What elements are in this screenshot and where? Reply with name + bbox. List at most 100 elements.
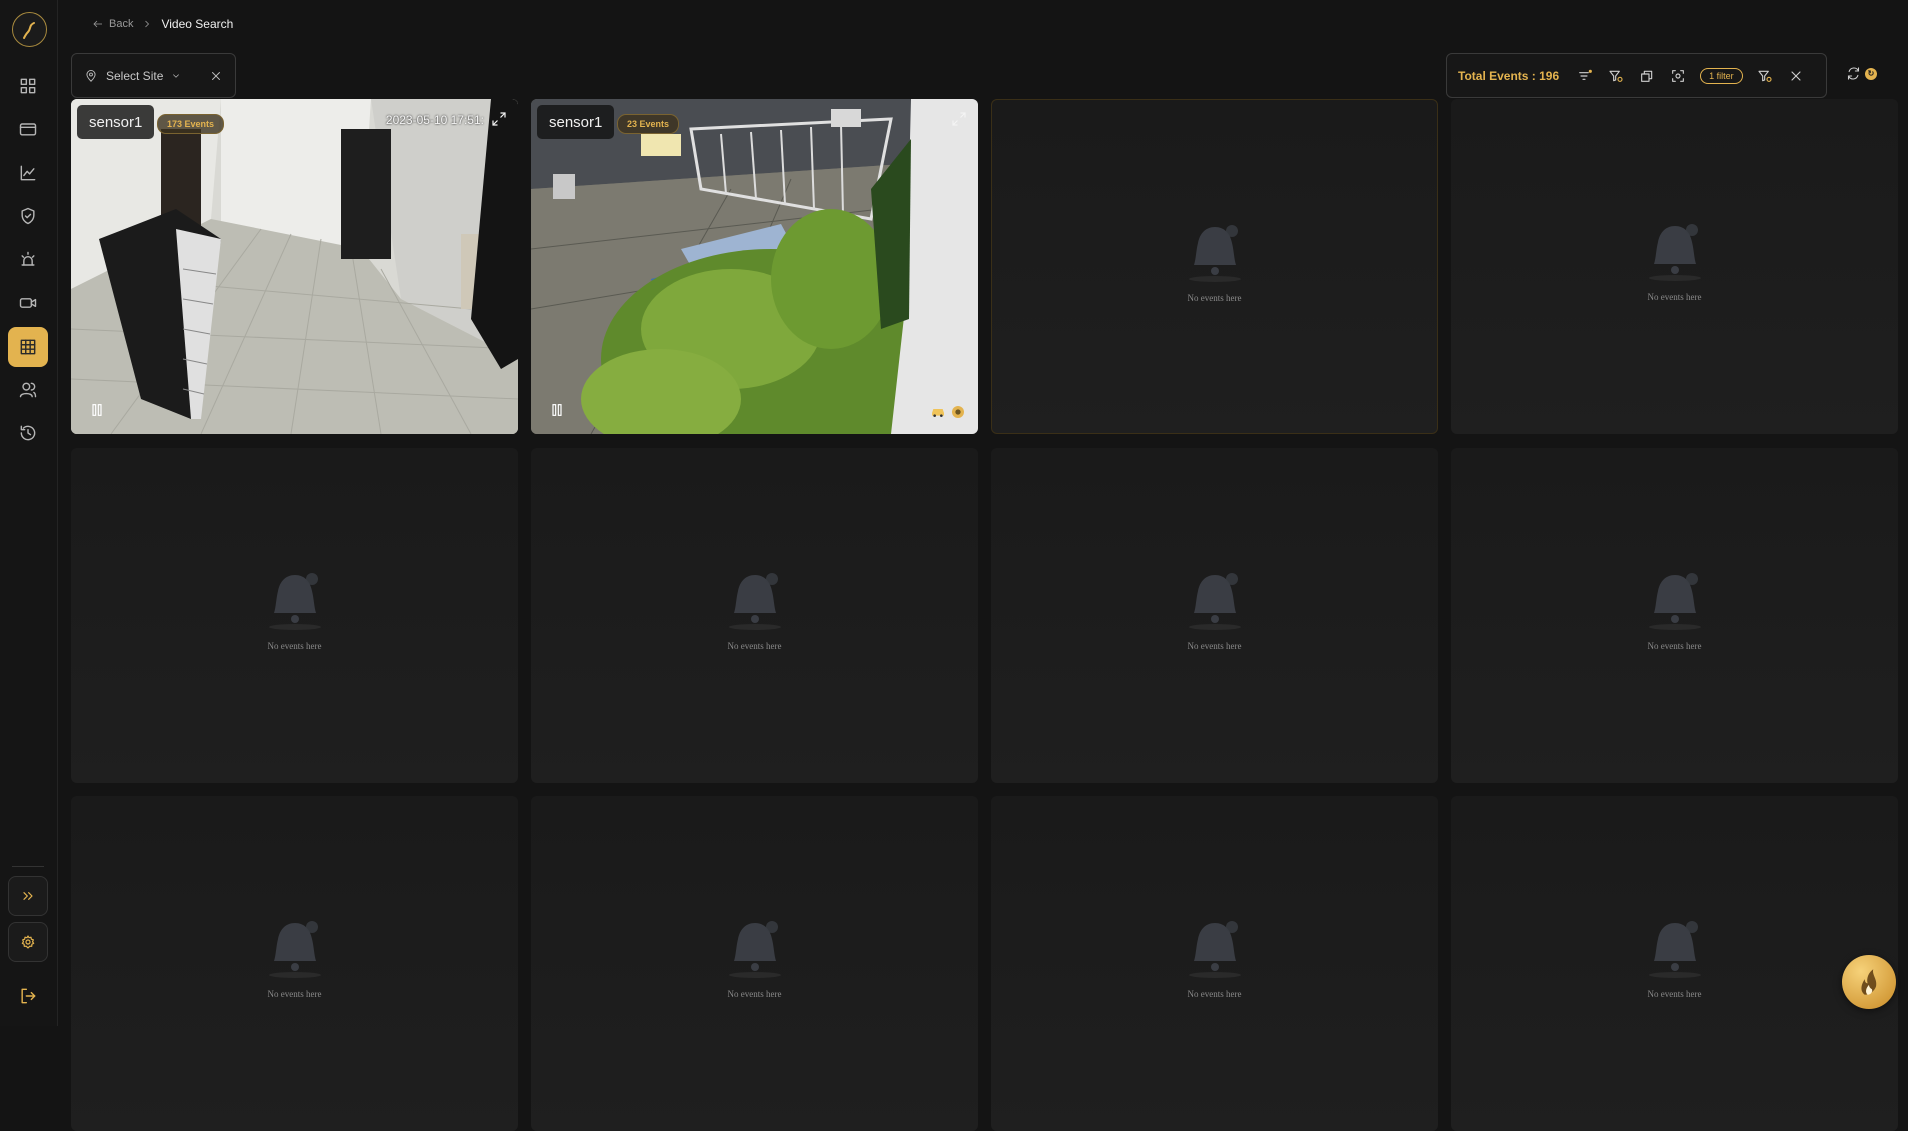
- motion-icon: [952, 406, 964, 418]
- total-events-label: Total Events : 196: [1458, 68, 1560, 83]
- sidebar-item-dashboard[interactable]: [8, 66, 48, 106]
- empty-state-text: No events here: [1647, 641, 1702, 651]
- layout-button[interactable]: [1638, 67, 1656, 85]
- refresh-icon: [1847, 67, 1860, 80]
- camera-name: sensor1: [77, 105, 155, 139]
- flame-icon: [1861, 969, 1877, 995]
- clear-filters-button[interactable]: [1787, 67, 1805, 85]
- empty-tile: No events here: [71, 448, 518, 783]
- empty-tile: No events here: [71, 796, 518, 1131]
- active-filter-button[interactable]: [1756, 67, 1774, 85]
- focus-icon: [1672, 69, 1685, 82]
- refresh-button[interactable]: ↻: [1846, 66, 1877, 81]
- bell-icon: [1648, 921, 1701, 978]
- empty-state-text: No events here: [1647, 292, 1702, 302]
- empty-tile: No events here: [991, 448, 1438, 783]
- dashboard-icon: [20, 78, 36, 94]
- bell-icon: [1188, 573, 1241, 630]
- breadcrumb: Back Video Search: [92, 14, 233, 34]
- chevron-right-icon: [145, 20, 150, 28]
- bell-icon: [268, 573, 321, 630]
- empty-tile: No events here: [1451, 796, 1898, 1131]
- filter-active-icon: [1758, 70, 1772, 82]
- pause-button[interactable]: [89, 402, 105, 418]
- double-chevron-right-icon: [23, 892, 33, 900]
- chart-icon: [20, 165, 36, 181]
- close-icon: [1791, 70, 1801, 81]
- bell-icon: [1188, 921, 1241, 978]
- camera-name: sensor1: [537, 105, 615, 139]
- users-icon: [19, 382, 37, 398]
- sidebar-item-history[interactable]: [8, 413, 48, 453]
- back-label: Back: [109, 18, 134, 30]
- logout-icon: [21, 988, 36, 1004]
- grid-icon: [20, 339, 36, 355]
- filter-settings-button[interactable]: [1607, 67, 1625, 85]
- close-icon[interactable]: [209, 69, 223, 83]
- logout-button[interactable]: [8, 976, 48, 1016]
- expand-icon: [492, 112, 506, 126]
- alarm-icon: [21, 251, 35, 266]
- arrow-left-icon: [93, 20, 102, 28]
- bell-icon: [1188, 225, 1241, 282]
- expand-button[interactable]: [950, 110, 968, 128]
- refresh-status-dot: ↻: [1865, 67, 1877, 80]
- object-focus-button[interactable]: [1669, 67, 1687, 85]
- sidebar: [0, 0, 58, 1026]
- empty-state-text: No events here: [727, 641, 782, 651]
- empty-tile: No events here: [1451, 99, 1898, 434]
- bell-icon: [728, 921, 781, 978]
- layers-icon: [1641, 70, 1653, 82]
- sidebar-item-security[interactable]: [8, 196, 48, 236]
- empty-state-text: No events here: [1647, 989, 1702, 999]
- video-grid: sensor1 173 Events 2023-05-10 17:51: sen…: [71, 99, 1900, 1131]
- empty-tile: No events here: [991, 99, 1438, 434]
- camera-timestamp: 2023-05-10 17:51:: [385, 113, 484, 127]
- sidebar-divider: [12, 866, 44, 867]
- camera-tile[interactable]: sensor1 173 Events 2023-05-10 17:51:: [71, 99, 518, 434]
- app-logo[interactable]: [12, 12, 47, 47]
- empty-state-text: No events here: [267, 989, 322, 999]
- bell-icon: [728, 573, 781, 630]
- empty-state-text: No events here: [1187, 641, 1242, 651]
- pause-icon: [552, 404, 562, 416]
- page-title: Video Search: [161, 17, 234, 31]
- shield-icon: [21, 207, 35, 225]
- site-select[interactable]: Select Site: [71, 53, 236, 98]
- sidebar-item-analytics[interactable]: [8, 153, 48, 193]
- bell-icon: [268, 921, 321, 978]
- empty-state-text: No events here: [727, 989, 782, 999]
- filter-count-badge[interactable]: 1 filter: [1700, 67, 1743, 84]
- car-icon: [932, 409, 944, 417]
- sidebar-item-billing[interactable]: [8, 109, 48, 149]
- pause-icon: [92, 404, 102, 416]
- gear-icon: [21, 935, 35, 949]
- assistant-fab-button[interactable]: [1842, 955, 1896, 1009]
- expand-button[interactable]: [490, 110, 508, 128]
- camera-feed-image: [531, 99, 978, 434]
- camera-tile[interactable]: sensor1 23 Events: [531, 99, 978, 434]
- video-camera-icon: [19, 298, 37, 308]
- site-select-placeholder: Select Site: [106, 68, 164, 83]
- chevron-down-icon: [173, 73, 180, 78]
- history-icon: [20, 425, 36, 441]
- empty-tile: No events here: [531, 448, 978, 783]
- card-icon: [19, 123, 37, 136]
- bell-icon: [1648, 224, 1701, 281]
- back-link[interactable]: Back: [92, 18, 133, 30]
- sidebar-item-alarms[interactable]: [8, 240, 48, 280]
- settings-button[interactable]: [8, 922, 48, 962]
- empty-tile: No events here: [991, 796, 1438, 1131]
- sidebar-item-users[interactable]: [8, 370, 48, 410]
- empty-tile: No events here: [1451, 448, 1898, 783]
- bell-icon: [1648, 573, 1701, 630]
- camera-feed-image: [71, 99, 518, 434]
- sort-button[interactable]: [1576, 67, 1594, 85]
- sidebar-item-video-search[interactable]: [8, 327, 48, 367]
- empty-tile: No events here: [531, 796, 978, 1131]
- event-count-badge: 23 Events: [617, 114, 680, 134]
- sidebar-item-cameras[interactable]: [8, 283, 48, 323]
- event-count-badge: 173 Events: [157, 114, 225, 134]
- pause-button[interactable]: [549, 402, 565, 418]
- expand-sidebar-button[interactable]: [8, 876, 48, 916]
